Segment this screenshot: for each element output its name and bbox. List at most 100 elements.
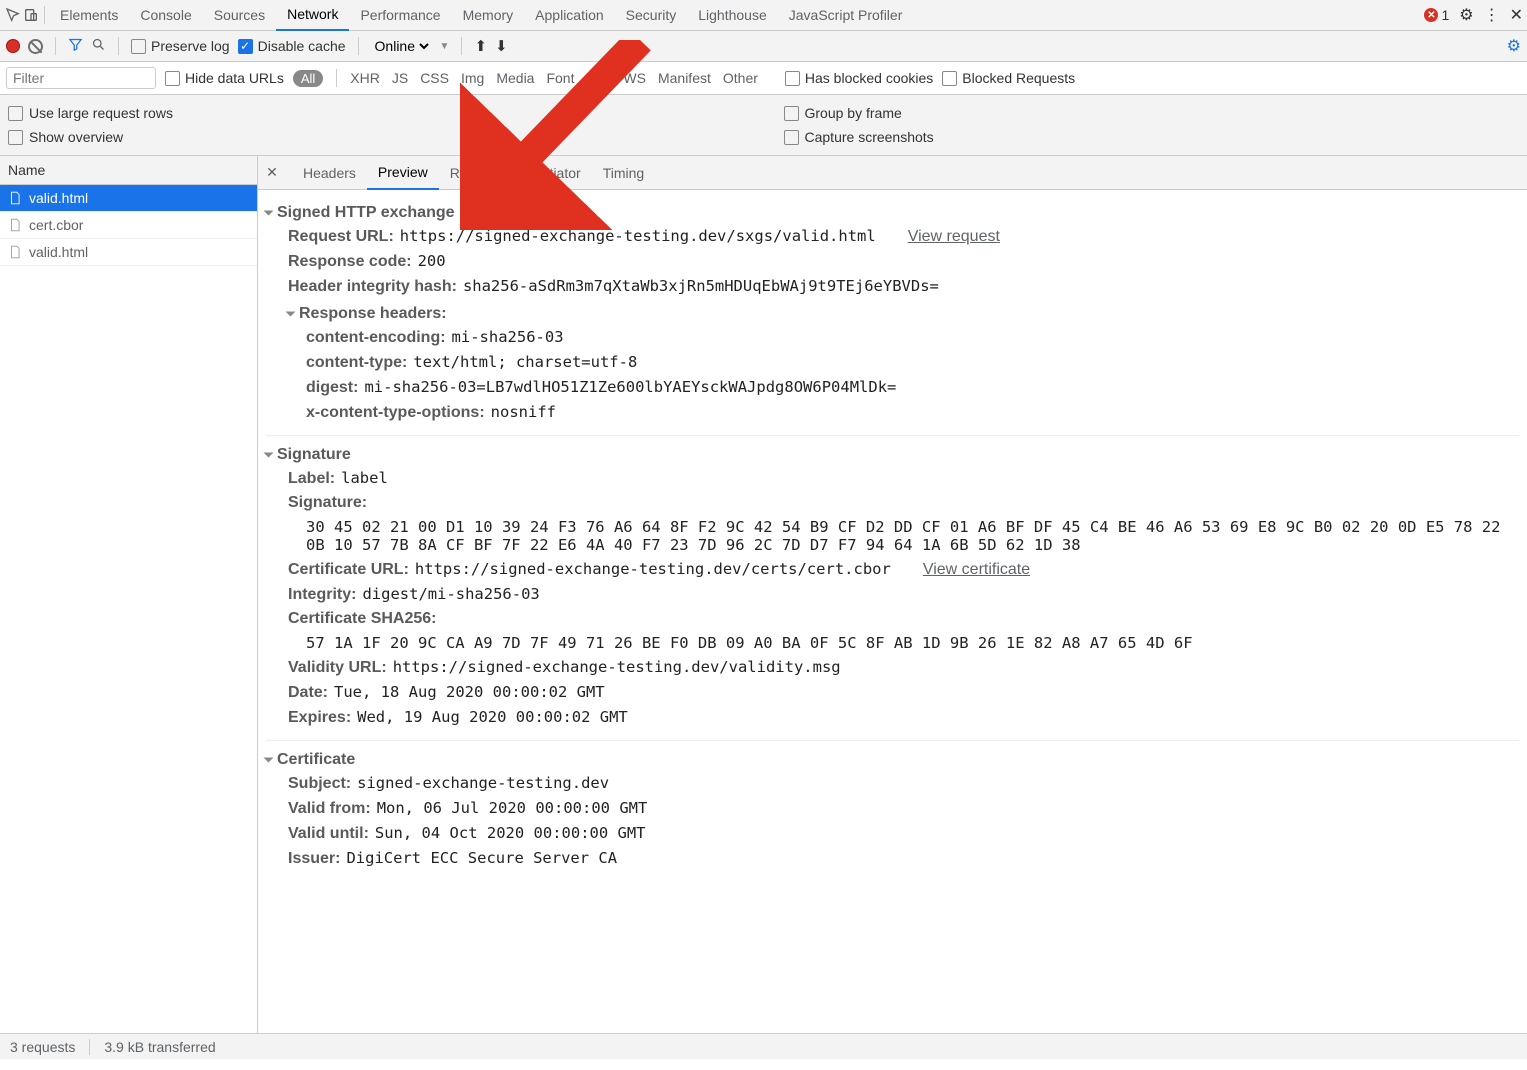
upload-icon[interactable]: ⬆ — [474, 37, 487, 55]
detail-panel: ✕ HeadersPreviewResponseInitiatorTiming … — [258, 156, 1527, 1033]
close-detail-icon[interactable]: ✕ — [264, 165, 280, 181]
tab-console[interactable]: Console — [129, 0, 202, 31]
status-bar: 3 requests 3.9 kB transferred — [0, 1033, 1527, 1059]
tab-memory[interactable]: Memory — [452, 0, 525, 31]
signature-section: Signature Label:label Signature: 30 45 0… — [266, 435, 1519, 740]
devtools-main-tabs: ElementsConsoleSourcesNetworkPerformance… — [0, 0, 1527, 31]
large-rows-checkbox[interactable]: Use large request rows — [8, 101, 744, 125]
type-ws[interactable]: WS — [623, 70, 646, 86]
transferred-size: 3.9 kB transferred — [104, 1039, 215, 1055]
separator — [336, 69, 337, 87]
error-count: 1 — [1441, 7, 1449, 23]
hide-data-urls-checkbox[interactable]: Hide data URLs — [165, 70, 284, 86]
response-header-row: x-content-type-options:nosniff — [288, 400, 1519, 425]
subtab-initiator[interactable]: Initiator — [524, 156, 592, 190]
signature-hex: 30 45 02 21 00 D1 10 39 24 F3 76 A6 64 8… — [266, 515, 1519, 557]
filter-input[interactable] — [6, 67, 156, 89]
cert-sha256: 57 1A 1F 20 9C CA A9 7D 7F 49 71 26 BE F… — [266, 631, 1519, 655]
group-frame-checkbox[interactable]: Group by frame — [784, 101, 1520, 125]
separator — [44, 6, 45, 24]
error-badge[interactable]: ✕1 — [1424, 7, 1449, 23]
type-img[interactable]: Img — [461, 70, 484, 86]
device-toggle-icon[interactable] — [22, 6, 40, 24]
request-item[interactable]: valid.html — [0, 185, 257, 212]
subtab-timing[interactable]: Timing — [592, 156, 656, 190]
request-list: valid.html cert.cbor valid.html — [0, 185, 257, 266]
blocked-cookies-checkbox[interactable]: Has blocked cookies — [785, 70, 933, 86]
record-icon[interactable] — [6, 39, 20, 53]
network-options: Use large request rows Group by frame Sh… — [0, 95, 1527, 156]
learn-more-link[interactable]: Learn more — [487, 204, 569, 222]
clear-icon[interactable] — [28, 39, 43, 54]
file-icon — [8, 244, 22, 260]
type-doc[interactable]: Doc — [586, 70, 611, 86]
response-header-row: content-encoding:mi-sha256-03 — [288, 325, 1519, 350]
separator — [461, 37, 462, 55]
filter-bar: Hide data URLs All XHR JS CSS Img Media Font D… — [0, 62, 1527, 95]
subtab-response[interactable]: Response — [439, 156, 524, 190]
disable-cache-checkbox[interactable]: ✓Disable cache — [238, 38, 346, 54]
tab-javascript-profiler[interactable]: JavaScript Profiler — [778, 0, 914, 31]
capture-screenshots-checkbox[interactable]: Capture screenshots — [784, 125, 1520, 149]
type-font[interactable]: Font — [546, 70, 574, 86]
gear-icon[interactable]: ⚙ — [1459, 5, 1473, 25]
request-item[interactable]: valid.html — [0, 239, 257, 266]
tab-network[interactable]: Network — [276, 0, 349, 31]
preview-body: Signed HTTP exchangeLearn more Request U… — [258, 190, 1527, 885]
tab-application[interactable]: Application — [524, 0, 615, 31]
sxg-section: Signed HTTP exchangeLearn more Request U… — [266, 194, 1519, 435]
requests-sidebar: Name valid.html cert.cbor valid.html — [0, 156, 258, 1033]
triangle-icon — [264, 758, 274, 763]
tab-elements[interactable]: Elements — [49, 0, 129, 31]
blocked-requests-checkbox[interactable]: Blocked Requests — [942, 70, 1075, 86]
separator — [89, 1039, 90, 1055]
main-tab-bar: ElementsConsoleSourcesNetworkPerformance… — [49, 0, 913, 31]
file-icon — [8, 217, 22, 233]
request-name: cert.cbor — [29, 217, 83, 233]
subtab-headers[interactable]: Headers — [292, 156, 367, 190]
tab-sources[interactable]: Sources — [203, 0, 276, 31]
type-all-chip[interactable]: All — [293, 70, 323, 87]
resp-headers-header[interactable]: Response headers: — [288, 303, 1519, 325]
network-controls: Preserve log ✓Disable cache Online ▼ ⬆ ⬇… — [0, 31, 1527, 62]
type-css[interactable]: CSS — [420, 70, 449, 86]
sxg-header[interactable]: Signed HTTP exchangeLearn more — [266, 202, 1519, 224]
view-certificate-link[interactable]: View certificate — [923, 561, 1030, 578]
triangle-icon — [264, 453, 274, 458]
triangle-icon — [264, 211, 274, 216]
settings-icon[interactable]: ⚙ — [1507, 36, 1521, 56]
type-js[interactable]: JS — [392, 70, 408, 86]
tab-performance[interactable]: Performance — [349, 0, 451, 31]
preserve-log-checkbox[interactable]: Preserve log — [131, 38, 230, 54]
type-manifest[interactable]: Manifest — [658, 70, 711, 86]
response-header-row: content-type:text/html; charset=utf-8 — [288, 350, 1519, 375]
view-request-link[interactable]: View request — [908, 228, 1000, 245]
separator — [118, 37, 119, 55]
tab-lighthouse[interactable]: Lighthouse — [687, 0, 778, 31]
filter-icon[interactable] — [68, 37, 83, 55]
sidebar-header: Name — [0, 156, 257, 185]
toolbar-right: ✕1 ⚙ ⋮ ✕ — [1424, 5, 1523, 25]
request-name: valid.html — [29, 190, 88, 206]
more-icon[interactable]: ⋮ — [1484, 5, 1500, 25]
throttling-select[interactable]: Online — [371, 37, 432, 55]
close-icon[interactable]: ✕ — [1510, 5, 1523, 25]
separator — [55, 37, 56, 55]
tab-security[interactable]: Security — [615, 0, 688, 31]
response-header-row: digest:mi-sha256-03=LB7wdlHO51Z1Ze600lbY… — [288, 375, 1519, 400]
detail-tabs: ✕ HeadersPreviewResponseInitiatorTiming — [258, 156, 1527, 190]
main-content: Name valid.html cert.cbor valid.html ✕ Hea… — [0, 156, 1527, 1033]
type-media[interactable]: Media — [496, 70, 534, 86]
signature-header[interactable]: Signature — [266, 444, 1519, 466]
certificate-header[interactable]: Certificate — [266, 749, 1519, 771]
search-icon[interactable] — [91, 37, 106, 55]
show-overview-checkbox[interactable]: Show overview — [8, 125, 744, 149]
type-xhr[interactable]: XHR — [350, 70, 380, 86]
type-other[interactable]: Other — [723, 70, 758, 86]
request-item[interactable]: cert.cbor — [0, 212, 257, 239]
subtab-preview[interactable]: Preview — [367, 156, 439, 190]
inspect-icon[interactable] — [4, 6, 22, 24]
file-icon — [8, 190, 22, 206]
download-icon[interactable]: ⬇ — [495, 37, 508, 55]
certificate-section: Certificate Subject:signed-exchange-test… — [266, 740, 1519, 881]
